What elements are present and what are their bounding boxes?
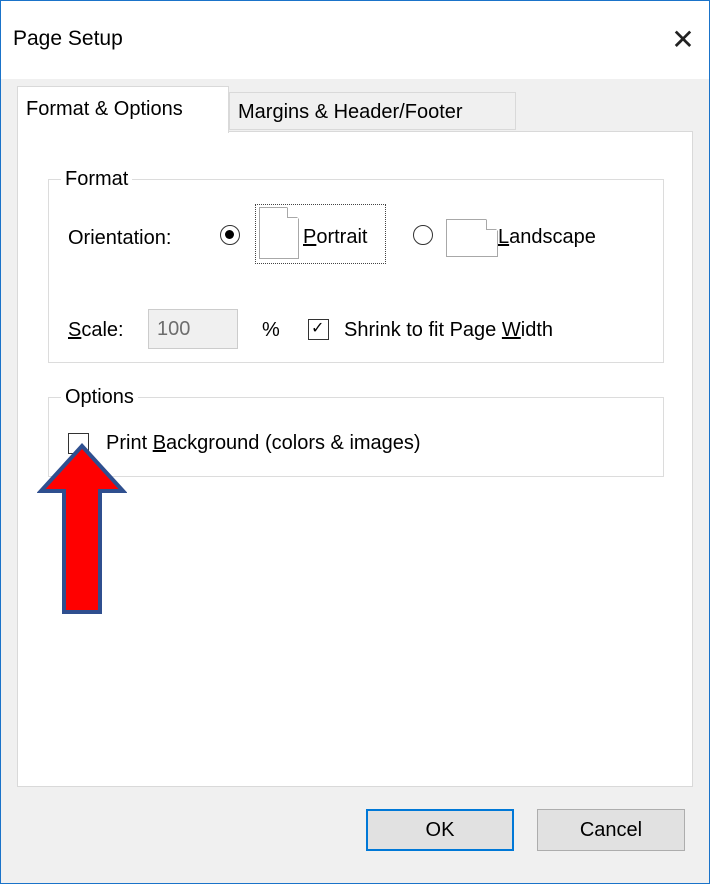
shrink-to-fit-checkbox[interactable]: ✓	[308, 319, 329, 340]
landscape-label[interactable]: Landscape	[498, 224, 596, 250]
red-up-arrow-icon	[37, 443, 127, 614]
cancel-button[interactable]: Cancel	[537, 809, 685, 851]
title-bar: Page Setup ✕	[1, 1, 709, 79]
landscape-label-rest: andscape	[509, 226, 596, 248]
ok-button[interactable]: OK	[366, 809, 514, 851]
scale-label-rest: cale:	[81, 319, 124, 341]
checkmark-icon: ✓	[311, 320, 325, 337]
shrink-label-post: idth	[520, 319, 554, 341]
print-bg-post: ackground (colors & images)	[166, 432, 421, 454]
scale-mnemonic: S	[68, 319, 82, 341]
portrait-label-rest: ortrait	[316, 226, 368, 248]
shrink-mnemonic: W	[501, 319, 521, 341]
print-background-label[interactable]: Print Background (colors & images)	[106, 430, 421, 456]
landscape-mnemonic: L	[498, 226, 510, 248]
shrink-to-fit-label[interactable]: Shrink to fit Page Width	[344, 317, 553, 343]
landscape-page-icon	[446, 219, 498, 257]
print-bg-mnemonic: B	[152, 432, 167, 454]
portrait-mnemonic: P	[303, 226, 317, 248]
scale-label: Scale:	[68, 317, 124, 343]
shrink-label-pre: Shrink to fit Page	[344, 319, 502, 341]
scale-input[interactable]: 100	[148, 309, 238, 349]
orientation-label: Orientation:	[68, 227, 172, 249]
tab-format-options[interactable]: Format & Options	[17, 86, 229, 133]
portrait-radio[interactable]	[220, 225, 240, 245]
options-group-title: Options	[61, 384, 138, 410]
page-setup-dialog: Page Setup ✕ Format & Options Margins & …	[0, 0, 710, 884]
dialog-title: Page Setup	[13, 27, 123, 50]
tab-margins-header-footer[interactable]: Margins & Header/Footer	[229, 92, 516, 130]
portrait-label[interactable]: Portrait	[303, 224, 367, 250]
percent-symbol: %	[262, 319, 280, 341]
format-group-title: Format	[61, 166, 133, 192]
landscape-radio[interactable]	[413, 225, 433, 245]
close-icon[interactable]: ✕	[661, 15, 705, 65]
